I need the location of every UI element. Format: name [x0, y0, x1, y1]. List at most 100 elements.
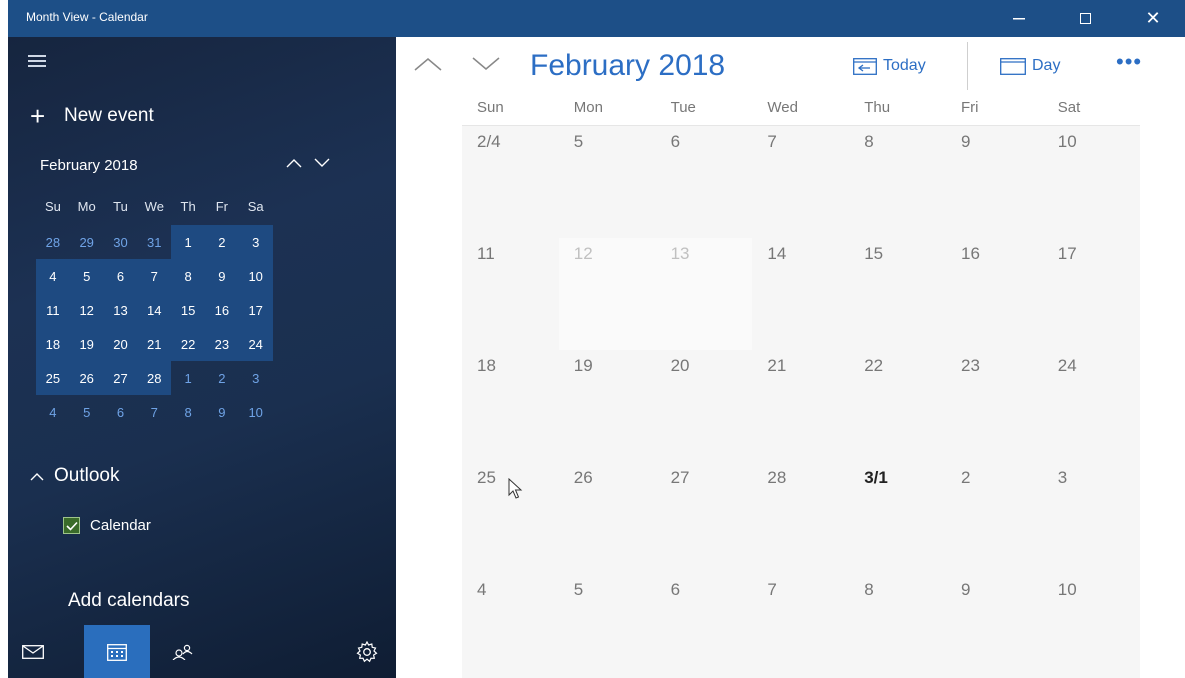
- add-calendars-link[interactable]: Add calendars: [68, 590, 189, 612]
- mini-day[interactable]: 30: [104, 225, 138, 259]
- mini-day[interactable]: 24: [238, 327, 273, 361]
- day-cell[interactable]: 9: [945, 126, 1043, 238]
- new-event-button[interactable]: + New event: [30, 103, 154, 129]
- mini-day[interactable]: 17: [238, 293, 273, 327]
- day-cell[interactable]: 13: [655, 238, 753, 350]
- day-cell[interactable]: 9: [945, 574, 1043, 678]
- day-cell[interactable]: 6: [655, 574, 753, 678]
- day-cell[interactable]: 22: [849, 350, 946, 462]
- mini-day[interactable]: 3: [238, 225, 273, 259]
- mini-day[interactable]: 22: [171, 327, 205, 361]
- mini-day[interactable]: 6: [103, 259, 138, 293]
- day-cell[interactable]: 19: [558, 350, 656, 462]
- previous-month-button[interactable]: [414, 51, 442, 77]
- day-cell[interactable]: 5: [558, 574, 656, 678]
- day-cell[interactable]: 21: [752, 350, 850, 462]
- mini-day[interactable]: 6: [104, 395, 138, 429]
- mail-button[interactable]: [8, 625, 58, 678]
- mini-day[interactable]: 9: [204, 259, 239, 293]
- close-button[interactable]: ✕: [1130, 0, 1176, 37]
- day-cell[interactable]: 14: [752, 238, 850, 350]
- day-cell[interactable]: 2: [945, 462, 1043, 574]
- mini-day[interactable]: 4: [36, 259, 70, 293]
- day-cell[interactable]: 24: [1042, 350, 1140, 462]
- day-cell[interactable]: 23: [945, 350, 1043, 462]
- mini-day[interactable]: 10: [238, 259, 273, 293]
- day-cell[interactable]: 12: [558, 238, 656, 350]
- day-cell[interactable]: 2/4: [462, 126, 559, 238]
- mini-day[interactable]: 11: [36, 293, 70, 327]
- day-cell[interactable]: 8: [849, 126, 946, 238]
- mini-day[interactable]: 18: [36, 327, 70, 361]
- mini-day[interactable]: 8: [171, 395, 205, 429]
- month-title[interactable]: February 2018: [530, 49, 725, 83]
- mini-day[interactable]: 19: [69, 327, 104, 361]
- mini-day[interactable]: 14: [137, 293, 172, 327]
- maximize-button[interactable]: [1062, 0, 1108, 37]
- mini-day[interactable]: 16: [204, 293, 239, 327]
- people-button[interactable]: [158, 625, 208, 678]
- day-cell[interactable]: 15: [849, 238, 946, 350]
- mini-day[interactable]: 2: [205, 361, 239, 395]
- mini-day[interactable]: 12: [69, 293, 104, 327]
- day-cell[interactable]: 28: [752, 462, 850, 574]
- mini-day[interactable]: 5: [69, 259, 104, 293]
- calendar-checkbox-item[interactable]: Calendar: [63, 517, 151, 534]
- day-cell[interactable]: 20: [655, 350, 753, 462]
- mini-day[interactable]: 10: [239, 395, 273, 429]
- mini-day[interactable]: 26: [69, 361, 104, 395]
- next-month-button[interactable]: [472, 51, 500, 77]
- mini-day[interactable]: 3: [239, 361, 273, 395]
- checkbox-checked-icon[interactable]: [63, 517, 80, 534]
- mini-calendar-prev-button[interactable]: [286, 155, 302, 173]
- mini-day[interactable]: 23: [204, 327, 239, 361]
- mini-day[interactable]: 9: [205, 395, 239, 429]
- mini-day[interactable]: 27: [103, 361, 138, 395]
- mini-day[interactable]: 5: [70, 395, 104, 429]
- mini-day[interactable]: 29: [70, 225, 104, 259]
- hamburger-menu-icon[interactable]: [28, 55, 48, 69]
- day-cell[interactable]: 3: [1042, 462, 1140, 574]
- day-cell[interactable]: 11: [462, 238, 559, 350]
- day-view-button[interactable]: Day: [1000, 57, 1060, 75]
- weekday-label: Thu: [864, 99, 891, 116]
- mini-day[interactable]: 28: [36, 225, 70, 259]
- mini-calendar-month[interactable]: February 2018: [40, 157, 138, 174]
- day-cell[interactable]: 7: [752, 574, 850, 678]
- day-cell[interactable]: 10: [1042, 126, 1140, 238]
- day-cell[interactable]: 6: [655, 126, 753, 238]
- mini-day[interactable]: 1: [171, 361, 205, 395]
- day-cell[interactable]: 26: [558, 462, 656, 574]
- day-cell[interactable]: 17: [1042, 238, 1140, 350]
- mini-calendar-next-button[interactable]: [314, 155, 330, 173]
- mini-day[interactable]: 2: [204, 225, 239, 259]
- calendar-app-button[interactable]: [84, 625, 150, 678]
- day-cell[interactable]: 7: [752, 126, 850, 238]
- today-button[interactable]: Today: [853, 57, 926, 75]
- day-cell[interactable]: 16: [945, 238, 1043, 350]
- mini-day[interactable]: 7: [137, 395, 171, 429]
- day-cell[interactable]: 27: [655, 462, 753, 574]
- day-cell[interactable]: 4: [462, 574, 559, 678]
- day-cell[interactable]: 10: [1042, 574, 1140, 678]
- mini-day[interactable]: 21: [137, 327, 172, 361]
- weekday-label: Sat: [1057, 99, 1081, 116]
- mini-day[interactable]: 15: [171, 293, 205, 327]
- mini-day[interactable]: 8: [171, 259, 205, 293]
- mini-day[interactable]: 13: [103, 293, 138, 327]
- mini-day[interactable]: 20: [103, 327, 138, 361]
- day-cell[interactable]: 3/1: [849, 462, 946, 574]
- mini-day[interactable]: 1: [171, 225, 205, 259]
- mini-day[interactable]: 28: [137, 361, 172, 395]
- outlook-account-toggle[interactable]: Outlook: [30, 465, 119, 487]
- day-cell[interactable]: 8: [849, 574, 946, 678]
- day-cell[interactable]: 5: [558, 126, 656, 238]
- more-options-button[interactable]: •••: [1116, 49, 1142, 75]
- mini-day[interactable]: 4: [36, 395, 70, 429]
- mini-day[interactable]: 25: [36, 361, 70, 395]
- settings-button[interactable]: [342, 625, 392, 678]
- mini-day[interactable]: 7: [137, 259, 172, 293]
- mini-day[interactable]: 31: [137, 225, 171, 259]
- day-cell[interactable]: 18: [462, 350, 559, 462]
- minimize-button[interactable]: [996, 0, 1042, 37]
